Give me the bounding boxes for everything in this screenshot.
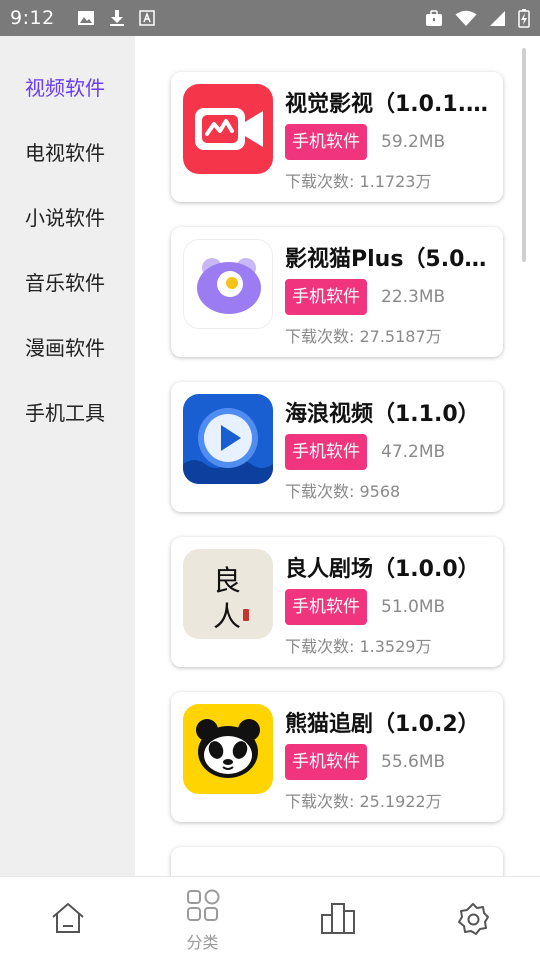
nav-settings[interactable] bbox=[405, 877, 540, 961]
sidebar-item-novel[interactable]: 小说软件 bbox=[0, 186, 135, 251]
app-list[interactable]: 视觉影视（1.0.1.0） 手机软件 59.2MB 下载次数: 1.1723万 … bbox=[135, 36, 540, 876]
app-card[interactable]: 良 人 良人剧场（1.0.0） 手机软件 51.0MB 下载次数: 1.3529… bbox=[171, 537, 503, 667]
font-notification-icon bbox=[138, 10, 155, 26]
app-size: 51.0MB bbox=[381, 597, 446, 617]
home-icon bbox=[51, 903, 84, 933]
app-size: 47.2MB bbox=[381, 442, 446, 462]
category-grid-icon bbox=[186, 889, 219, 921]
app-title: 影视猫Plus（5.0.0） bbox=[285, 247, 491, 272]
ranking-bars-icon bbox=[320, 903, 355, 934]
category-tag: 手机软件 bbox=[285, 434, 367, 470]
app-size: 59.2MB bbox=[381, 132, 446, 152]
seal-stamp-icon bbox=[243, 609, 249, 621]
sidebar-item-tv[interactable]: 电视软件 bbox=[0, 121, 135, 186]
nav-category[interactable]: 分类 bbox=[135, 877, 270, 961]
wifi-icon bbox=[455, 10, 477, 26]
icon-char-1: 良 bbox=[213, 564, 242, 597]
nav-home[interactable] bbox=[0, 877, 135, 961]
sidebar-item-video[interactable]: 视频软件 bbox=[0, 56, 135, 121]
work-profile-icon bbox=[426, 9, 442, 26]
nav-category-label: 分类 bbox=[186, 933, 219, 952]
download-count: 下载次数: 1.1723万 bbox=[285, 172, 432, 191]
settings-gear-icon bbox=[457, 903, 489, 935]
notification-icons bbox=[77, 9, 155, 27]
download-count: 下载次数: 9568 bbox=[285, 482, 401, 501]
signal-icon bbox=[490, 10, 505, 26]
category-tag: 手机软件 bbox=[285, 279, 367, 315]
sidebar-item-music[interactable]: 音乐软件 bbox=[0, 251, 135, 316]
app-size: 22.3MB bbox=[381, 287, 446, 307]
download-count: 下载次数: 27.5187万 bbox=[285, 327, 442, 346]
category-tag: 手机软件 bbox=[285, 744, 367, 780]
icon-char-2: 人 bbox=[213, 600, 242, 633]
app-title: 视觉影视（1.0.1.0） bbox=[285, 92, 491, 117]
app-title: 海浪视频（1.1.0） bbox=[285, 402, 480, 427]
sidebar-item-comic[interactable]: 漫画软件 bbox=[0, 316, 135, 381]
nav-ranking[interactable] bbox=[270, 877, 405, 961]
app-card[interactable]: 视觉影视（1.0.1.0） 手机软件 59.2MB 下载次数: 1.1723万 bbox=[171, 72, 503, 202]
cat-face-icon bbox=[183, 239, 273, 329]
status-bar: 9:12 bbox=[0, 0, 540, 36]
bottom-navigation: 分类 bbox=[0, 876, 540, 960]
app-size: 55.6MB bbox=[381, 752, 446, 772]
app-card-partial[interactable] bbox=[171, 847, 503, 876]
category-tag: 手机软件 bbox=[285, 589, 367, 625]
category-sidebar: 视频软件 电视软件 小说软件 音乐软件 漫画软件 手机工具 bbox=[0, 36, 135, 876]
app-title: 熊猫追剧（1.0.2） bbox=[285, 712, 480, 737]
panda-icon bbox=[183, 704, 273, 794]
video-camera-icon bbox=[183, 84, 273, 174]
category-tag: 手机软件 bbox=[285, 124, 367, 160]
download-notification-icon bbox=[109, 10, 124, 26]
image-notification-icon bbox=[77, 11, 94, 25]
system-icons bbox=[425, 8, 530, 28]
battery-charging-icon bbox=[518, 9, 530, 28]
list-scrollbar[interactable] bbox=[522, 48, 526, 262]
play-wave-icon bbox=[183, 394, 273, 484]
sidebar-item-tools[interactable]: 手机工具 bbox=[0, 381, 135, 446]
download-count: 下载次数: 1.3529万 bbox=[285, 637, 432, 656]
download-count: 下载次数: 25.1922万 bbox=[285, 792, 442, 811]
status-time: 9:12 bbox=[10, 7, 55, 29]
app-card[interactable]: 熊猫追剧（1.0.2） 手机软件 55.6MB 下载次数: 25.1922万 bbox=[171, 692, 503, 822]
app-card[interactable]: 影视猫Plus（5.0.0） 手机软件 22.3MB 下载次数: 27.5187… bbox=[171, 227, 503, 357]
calligraphy-icon: 良 人 bbox=[183, 549, 273, 639]
app-card[interactable]: 海浪视频（1.1.0） 手机软件 47.2MB 下载次数: 9568 bbox=[171, 382, 503, 512]
app-title: 良人剧场（1.0.0） bbox=[285, 557, 480, 582]
